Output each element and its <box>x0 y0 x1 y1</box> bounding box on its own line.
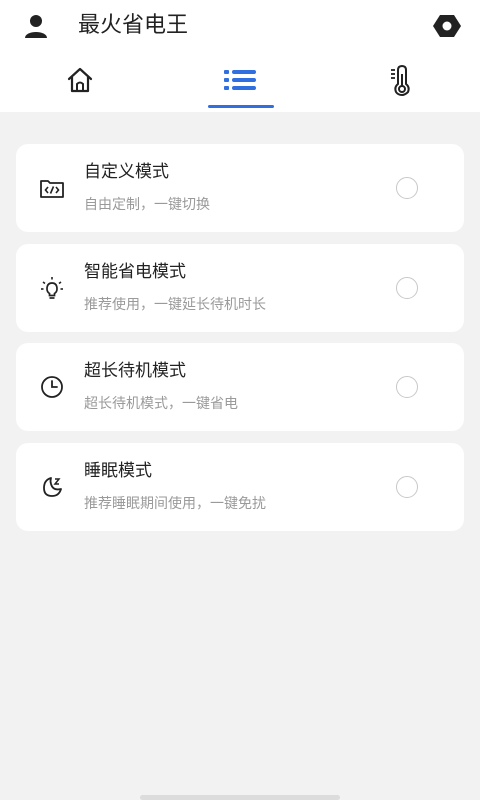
mode-title: 睡眠模式 <box>84 461 152 481</box>
mode-title: 自定义模式 <box>84 162 169 182</box>
tab-home[interactable] <box>50 58 110 102</box>
mode-description: 超长待机模式，一键省电 <box>84 396 238 412</box>
home-icon <box>67 67 93 93</box>
mode-card-custom[interactable]: 自定义模式 自由定制，一键切换 <box>16 144 464 232</box>
user-icon[interactable] <box>22 12 50 40</box>
custom-code-icon <box>40 180 64 198</box>
mode-radio[interactable] <box>396 177 418 199</box>
mode-card-long-standby[interactable]: 超长待机模式 超长待机模式，一键省电 <box>16 343 464 431</box>
active-tab-indicator <box>208 105 274 108</box>
thermometer-icon <box>391 64 410 96</box>
top-header: 最火省电王 <box>0 0 480 112</box>
mode-description: 自由定制，一键切换 <box>84 197 210 213</box>
tab-temperature[interactable] <box>372 58 432 102</box>
mode-radio[interactable] <box>396 277 418 299</box>
app-title: 最火省电王 <box>78 13 189 38</box>
lightbulb-icon <box>41 277 63 299</box>
mode-card-smart[interactable]: 智能省电模式 推荐使用，一键延长待机时长 <box>16 244 464 332</box>
mode-radio[interactable] <box>396 376 418 398</box>
mode-description: 推荐使用，一键延长待机时长 <box>84 297 266 313</box>
gear-icon[interactable] <box>432 12 462 40</box>
moon-icon <box>43 477 62 497</box>
mode-radio[interactable] <box>396 476 418 498</box>
mode-description: 推荐睡眠期间使用，一键免扰 <box>84 496 266 512</box>
clock-icon <box>41 376 63 398</box>
list-icon <box>224 70 256 90</box>
mode-title: 超长待机模式 <box>84 361 186 381</box>
tab-list[interactable] <box>210 58 270 102</box>
mode-title: 智能省电模式 <box>84 262 186 282</box>
mode-card-sleep[interactable]: 睡眠模式 推荐睡眠期间使用，一键免扰 <box>16 443 464 531</box>
home-indicator <box>140 795 340 800</box>
